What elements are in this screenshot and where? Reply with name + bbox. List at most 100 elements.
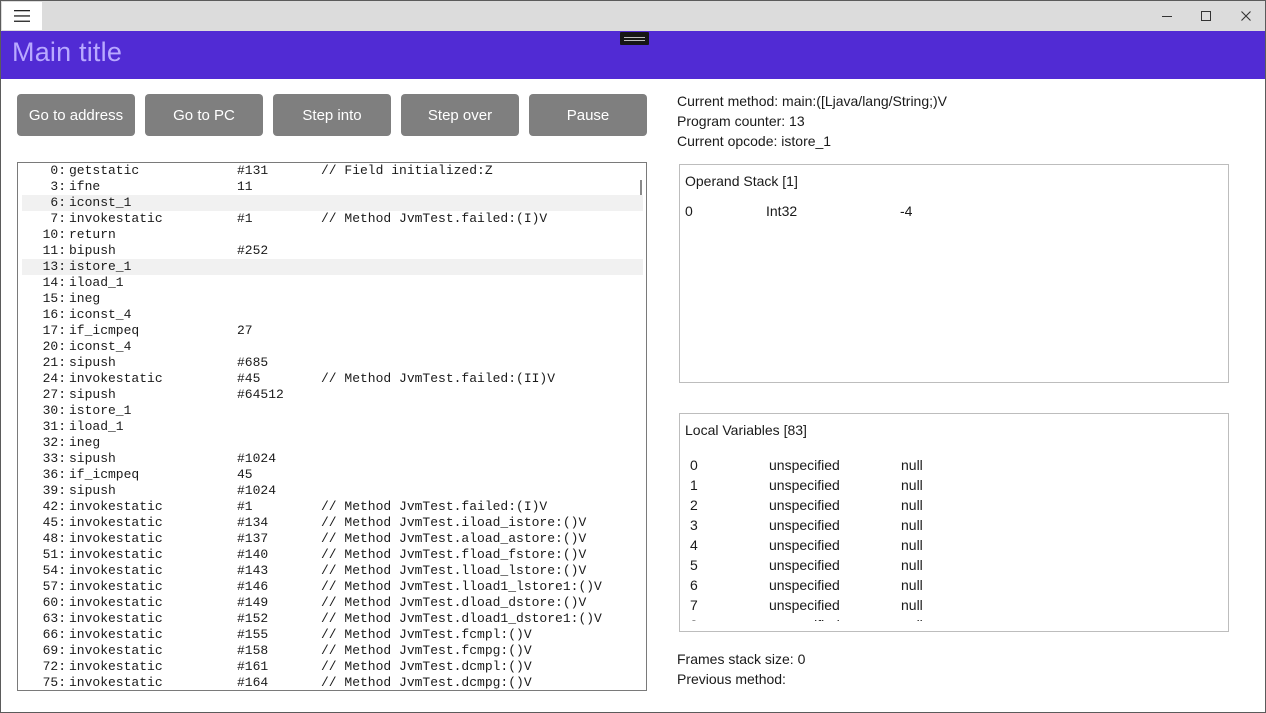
code-line[interactable]: 54: invokestatic #143 // Method JvmTest.llo… xyxy=(22,563,643,579)
code-line[interactable]: 60: invokestatic #149 // Method JvmTest.dlo… xyxy=(22,595,643,611)
local-variable-value: null xyxy=(901,537,923,553)
code-line-offset: 51: xyxy=(42,547,66,562)
code-line[interactable]: 14: iload_1 xyxy=(22,275,643,291)
operand-stack-panel: Operand Stack [1] 0 Int32 -4 xyxy=(679,164,1229,383)
app-header: Main title xyxy=(1,31,1265,79)
local-variable-index: 1 xyxy=(690,477,698,493)
code-line[interactable]: 20: iconst_4 xyxy=(22,339,643,355)
code-line-opcode: invokestatic xyxy=(69,371,163,386)
code-line-comment: // Method JvmTest.dload1_dstore1:()V xyxy=(321,611,602,626)
code-line-opcode: getstatic xyxy=(69,163,140,178)
code-line-offset: 33: xyxy=(42,451,66,466)
code-line[interactable]: 3: ifne 11 xyxy=(22,179,643,195)
code-line[interactable]: 0: getstatic #131 // Field initialized:Z xyxy=(22,163,643,179)
code-line-opcode: invokestatic xyxy=(69,499,163,514)
code-line-offset: 6: xyxy=(50,195,66,210)
code-line-offset: 45: xyxy=(42,515,66,530)
code-line-opcode: sipush xyxy=(69,451,116,466)
code-line-opcode: invokestatic xyxy=(69,531,163,546)
frames-stack-size-text: Frames stack size: 0 xyxy=(677,651,806,667)
maximize-icon[interactable] xyxy=(1186,1,1226,31)
local-variable-type: unspecified xyxy=(769,497,840,513)
code-line-offset: 13: xyxy=(42,259,66,274)
app-window: Main title Go to address Go to PC Step i… xyxy=(0,0,1266,713)
local-variable-value: null xyxy=(901,597,923,613)
code-line-comment: // Method JvmTest.failed:(II)V xyxy=(321,371,556,386)
code-line[interactable]: 39: sipush #1024 xyxy=(22,483,643,499)
code-line-offset: 0: xyxy=(50,163,66,178)
close-icon[interactable] xyxy=(1226,1,1265,31)
code-line[interactable]: 51: invokestatic #140 // Method JvmTest.flo… xyxy=(22,547,643,563)
code-line[interactable]: 7: invokestatic #1 // Method JvmTest.failed… xyxy=(22,211,643,227)
code-line-operand: #149 xyxy=(237,595,269,610)
code-line[interactable]: 57: invokestatic #146 // Method JvmTest.llo… xyxy=(22,579,643,595)
code-line[interactable]: 30: istore_1 xyxy=(22,403,643,419)
code-line-opcode: invokestatic xyxy=(69,643,163,658)
code-line[interactable]: 13: istore_1 xyxy=(22,259,643,275)
code-line[interactable]: 31: iload_1 xyxy=(22,419,643,435)
code-line-comment: // Method JvmTest.fcmpg:()V xyxy=(321,643,532,658)
code-line-operand: #161 xyxy=(237,659,269,674)
local-variable-type: unspecified xyxy=(769,617,840,621)
code-line-offset: 21: xyxy=(42,355,66,370)
code-line-opcode: if_icmpeq xyxy=(69,323,140,338)
local-variable-index: 6 xyxy=(690,577,698,593)
local-variable-type: unspecified xyxy=(769,557,840,573)
local-variable-index: 8 xyxy=(690,617,698,621)
go-to-pc-button[interactable]: Go to PC xyxy=(145,94,263,136)
local-variables-title: Local Variables [83] xyxy=(685,422,807,438)
pause-button[interactable]: Pause xyxy=(529,94,647,136)
code-line[interactable]: 36: if_icmpeq 45 xyxy=(22,467,643,483)
code-line[interactable]: 48: invokestatic #137 // Method JvmTest.alo… xyxy=(22,531,643,547)
step-over-button[interactable]: Step over xyxy=(401,94,519,136)
code-line[interactable]: 33: sipush #1024 xyxy=(22,451,643,467)
code-line-opcode: invokestatic xyxy=(69,611,163,626)
code-line[interactable]: 16: iconst_4 xyxy=(22,307,643,323)
code-line-comment: // Method JvmTest.iload_istore:()V xyxy=(321,515,587,530)
code-line-opcode: iconst_1 xyxy=(69,195,132,210)
code-line-offset: 57: xyxy=(42,579,66,594)
code-line[interactable]: 10: return xyxy=(22,227,643,243)
code-line-offset: 75: xyxy=(42,675,66,690)
code-line-offset: 39: xyxy=(42,483,66,498)
code-line-operand: #685 xyxy=(237,355,269,370)
code-line[interactable]: 45: invokestatic #134 // Method JvmTest.ilo… xyxy=(22,515,643,531)
program-counter-text: Program counter: 13 xyxy=(677,113,805,129)
code-line-opcode: invokestatic xyxy=(69,515,163,530)
code-line-offset: 63: xyxy=(42,611,66,626)
code-line[interactable]: 27: sipush #64512 xyxy=(22,387,643,403)
minimize-icon[interactable] xyxy=(1147,1,1187,31)
drag-handle-icon[interactable] xyxy=(620,32,649,45)
code-line-opcode: invokestatic xyxy=(69,563,163,578)
code-line-opcode: if_icmpeq xyxy=(69,467,140,482)
local-variable-type: unspecified xyxy=(769,517,840,533)
code-line[interactable]: 66: invokestatic #155 // Method JvmTest.fcm… xyxy=(22,627,643,643)
code-line[interactable]: 32: ineg xyxy=(22,435,643,451)
operand-value: -4 xyxy=(900,203,913,219)
code-line-opcode: sipush xyxy=(69,387,116,402)
local-variable-type: unspecified xyxy=(769,457,840,473)
code-line-offset: 20: xyxy=(42,339,66,354)
code-line[interactable]: 6: iconst_1 xyxy=(22,195,643,211)
code-line[interactable]: 11: bipush #252 xyxy=(22,243,643,259)
code-line[interactable]: 24: invokestatic #45 // Method JvmTest.fail… xyxy=(22,371,643,387)
code-line[interactable]: 17: if_icmpeq 27 xyxy=(22,323,643,339)
code-line[interactable]: 42: invokestatic #1 // Method JvmTest.faile… xyxy=(22,499,643,515)
local-variable-index: 2 xyxy=(690,497,698,513)
code-line-operand: #164 xyxy=(237,675,269,690)
code-line-comment: // Method JvmTest.lload1_lstore1:()V xyxy=(321,579,602,594)
code-line[interactable]: 72: invokestatic #161 // Method JvmTest.dcm… xyxy=(22,659,643,675)
code-line[interactable]: 69: invokestatic #158 // Method JvmTest.fcm… xyxy=(22,643,643,659)
local-variable-value: null xyxy=(901,577,923,593)
bytecode-listing[interactable]: 0: getstatic #131// Field initialized:Z 3: i… xyxy=(17,162,647,691)
code-line[interactable]: 15: ineg xyxy=(22,291,643,307)
code-line-offset: 14: xyxy=(42,275,66,290)
code-line[interactable]: 63: invokestatic #152 // Method JvmTest.dlo… xyxy=(22,611,643,627)
code-line[interactable]: 21: sipush #685 xyxy=(22,355,643,371)
code-line[interactable]: 75: invokestatic #164 // Method JvmTest.dcm… xyxy=(22,675,643,690)
step-into-button[interactable]: Step into xyxy=(273,94,391,136)
local-variables-list[interactable]: 0 unspecified null 1 unspecified null 2 unspeci… xyxy=(680,456,1228,621)
go-to-address-button[interactable]: Go to address xyxy=(17,94,135,136)
code-line-operand: #1 xyxy=(237,499,253,514)
hamburger-menu-icon[interactable] xyxy=(2,2,42,30)
